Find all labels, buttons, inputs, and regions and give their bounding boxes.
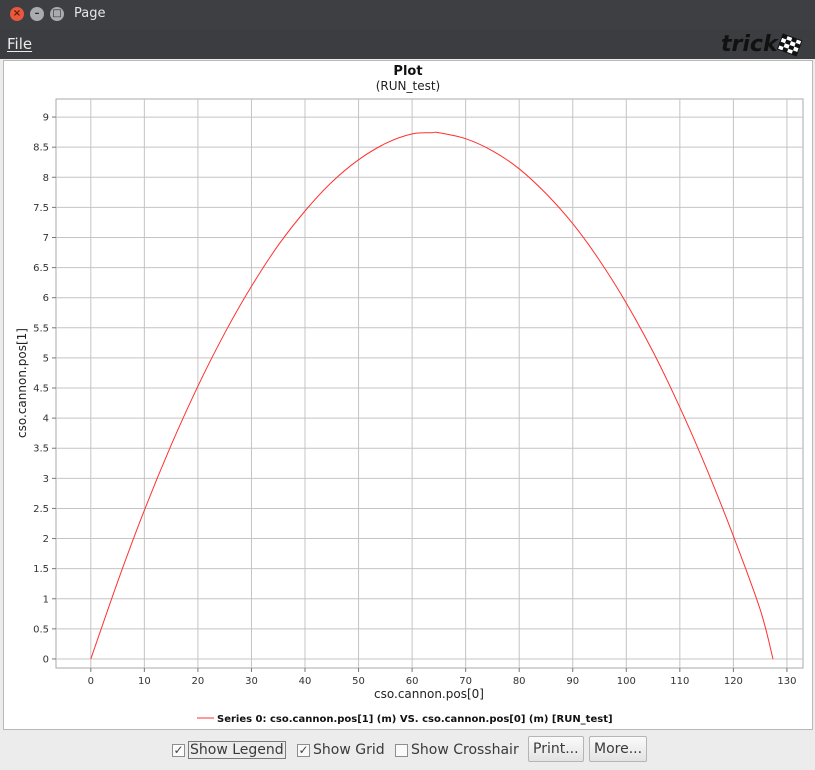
chart-title: Plot bbox=[393, 64, 422, 79]
y-tick-label: 2.5 bbox=[33, 504, 49, 515]
x-tick-label: 60 bbox=[406, 676, 419, 687]
plot-chart: Plot (RUN_test) 0 10 20 30 40 50 60 70 80 90 100 11… bbox=[15, 64, 804, 725]
more-button[interactable]: More... bbox=[589, 736, 648, 762]
y-tick-label: 5 bbox=[43, 353, 49, 364]
x-tick-label: 50 bbox=[352, 676, 365, 687]
x-tick-label: 30 bbox=[245, 676, 258, 687]
x-axis-label: cso.cannon.pos[0] bbox=[374, 687, 484, 701]
y-tick-label: 5.5 bbox=[33, 323, 49, 334]
unchecked-box-icon[interactable] bbox=[395, 743, 408, 757]
y-tick-label: 6 bbox=[43, 293, 49, 304]
window-title: Page bbox=[74, 6, 106, 21]
show-grid-label[interactable]: Show Grid bbox=[313, 742, 385, 758]
checkered-flag-icon bbox=[776, 33, 803, 57]
show-grid-checkbox[interactable]: ✓ Show Grid bbox=[297, 740, 385, 760]
close-window-button[interactable]: × bbox=[10, 7, 24, 21]
menu-bar: File bbox=[0, 29, 815, 59]
y-axis-label: cso.cannon.pos[1] bbox=[15, 328, 29, 438]
y-tick-label: 4 bbox=[43, 414, 49, 425]
print-button[interactable]: Print... bbox=[528, 736, 584, 762]
show-legend-checkbox[interactable]: ✓ Show Legend bbox=[172, 740, 286, 760]
x-tick-label: 20 bbox=[192, 676, 205, 687]
check-icon[interactable]: ✓ bbox=[172, 743, 185, 757]
chart-subtitle: (RUN_test) bbox=[376, 79, 441, 93]
trick-logo: trick bbox=[721, 32, 803, 57]
y-tick-label: 9 bbox=[43, 113, 49, 124]
bottom-control-bar: ✓ Show Legend ✓ Show Grid Show Crosshair… bbox=[0, 730, 815, 770]
y-tick-label: 8 bbox=[43, 173, 49, 184]
y-tick-label: 7 bbox=[43, 233, 49, 244]
x-tick-label: 90 bbox=[566, 676, 579, 687]
window-titlebar: × – □ Page bbox=[0, 0, 815, 29]
y-tick-label: 6.5 bbox=[33, 263, 49, 274]
maximize-window-button[interactable]: □ bbox=[50, 7, 64, 21]
show-legend-label[interactable]: Show Legend bbox=[188, 741, 286, 759]
plot-area bbox=[55, 98, 804, 669]
x-tick-label: 70 bbox=[459, 676, 472, 687]
menu-file[interactable]: File bbox=[7, 35, 32, 53]
y-tick-label: 4.5 bbox=[33, 384, 49, 395]
y-tick-label: 2 bbox=[43, 534, 49, 545]
y-tick-label: 7.5 bbox=[33, 203, 49, 214]
x-tick-label: 120 bbox=[724, 676, 743, 687]
legend: Series 0: cso.cannon.pos[1] (m) VS. cso.… bbox=[197, 714, 613, 725]
x-tick-label: 110 bbox=[670, 676, 689, 687]
y-tick-label: 0.5 bbox=[33, 624, 49, 635]
x-tick-label: 130 bbox=[777, 676, 796, 687]
x-tick-label: 40 bbox=[299, 676, 312, 687]
minimize-window-button[interactable]: – bbox=[30, 7, 44, 21]
y-tick-label: 3.5 bbox=[33, 444, 49, 455]
logo-text: trick bbox=[721, 32, 779, 57]
y-tick-label: 1 bbox=[43, 594, 49, 605]
y-tick-label: 8.5 bbox=[33, 143, 49, 154]
legend-series-0: Series 0: cso.cannon.pos[1] (m) VS. cso.… bbox=[217, 714, 613, 725]
show-crosshair-label[interactable]: Show Crosshair bbox=[411, 742, 519, 758]
x-tick-label: 10 bbox=[138, 676, 151, 687]
y-tick-label: 3 bbox=[43, 474, 49, 485]
y-tick-label: 0 bbox=[43, 654, 49, 665]
x-tick-label: 80 bbox=[513, 676, 526, 687]
x-tick-label: 100 bbox=[617, 676, 636, 687]
show-crosshair-checkbox[interactable]: Show Crosshair bbox=[395, 740, 519, 760]
check-icon[interactable]: ✓ bbox=[297, 743, 310, 757]
y-tick-label: 1.5 bbox=[33, 564, 49, 575]
x-tick-label: 0 bbox=[88, 676, 94, 687]
chart-panel[interactable]: Plot (RUN_test) 0 10 20 30 40 50 60 70 80 90 100 11… bbox=[3, 60, 813, 730]
